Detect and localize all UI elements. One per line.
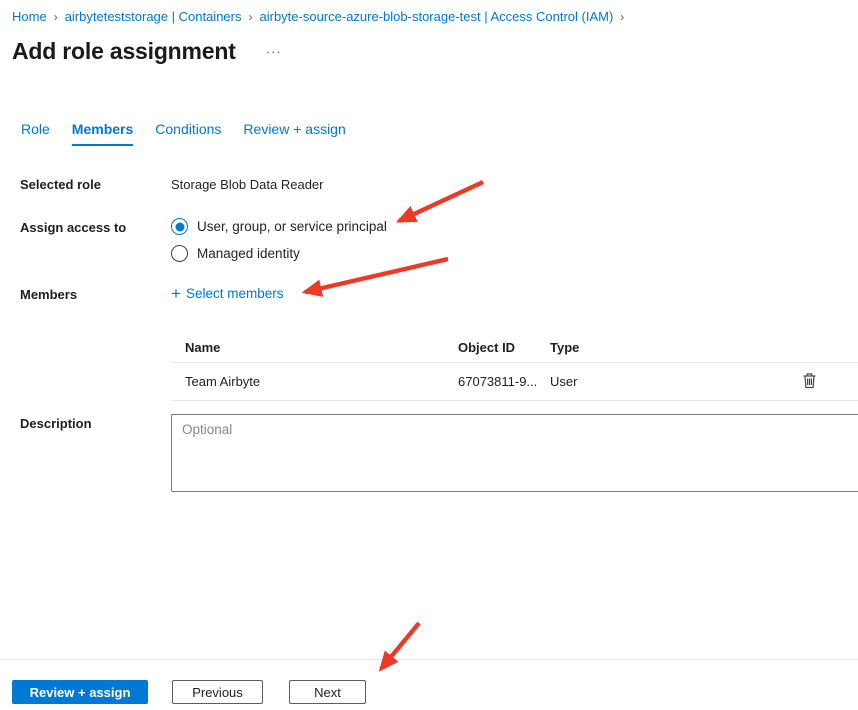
column-header-object-id: Object ID (444, 340, 536, 355)
arrow-to-select-members (305, 259, 448, 292)
page-title: Add role assignment (12, 38, 236, 65)
column-header-name: Name (171, 340, 444, 355)
table-header-row: Name Object ID Type (171, 332, 858, 363)
tab-role[interactable]: Role (21, 121, 50, 146)
previous-button[interactable]: Previous (172, 680, 263, 704)
members-label: Members (20, 287, 77, 302)
selected-role-value: Storage Blob Data Reader (171, 177, 323, 192)
breadcrumb-separator: › (54, 10, 58, 24)
tab-review-assign[interactable]: Review + assign (243, 121, 345, 146)
arrow-to-next-button (381, 623, 419, 669)
breadcrumb-link-storage-containers[interactable]: airbyteteststorage | Containers (65, 9, 242, 24)
member-type-cell: User (536, 374, 766, 389)
select-members-label: Select members (186, 286, 284, 301)
members-table: Name Object ID Type Team Airbyte 6707381… (171, 332, 858, 401)
trash-icon (802, 372, 817, 389)
arrow-to-user-group-radio (399, 182, 483, 221)
column-header-type: Type (536, 340, 766, 355)
tab-conditions[interactable]: Conditions (155, 121, 221, 146)
next-button[interactable]: Next (289, 680, 366, 704)
description-input[interactable] (171, 414, 858, 492)
member-object-id-cell: 67073811-9... (444, 374, 536, 389)
more-options-icon[interactable]: ··· (266, 44, 282, 59)
radio-user-group-service-principal[interactable]: User, group, or service principal (171, 218, 387, 235)
plus-icon: + (171, 285, 181, 302)
breadcrumb-separator: › (620, 10, 624, 24)
delete-member-button[interactable] (800, 370, 819, 394)
radio-unselected-icon[interactable] (171, 245, 188, 262)
selected-role-label: Selected role (20, 177, 101, 192)
breadcrumb-link-access-control[interactable]: airbyte-source-azure-blob-storage-test |… (260, 9, 614, 24)
table-row: Team Airbyte 67073811-9... User (171, 363, 858, 401)
tab-bar: Role Members Conditions Review + assign (21, 121, 368, 146)
description-label: Description (20, 416, 92, 431)
assign-access-to-label: Assign access to (20, 220, 126, 235)
footer-divider (0, 659, 858, 660)
radio-label: User, group, or service principal (197, 219, 387, 234)
select-members-link[interactable]: + Select members (171, 285, 283, 302)
tab-members[interactable]: Members (72, 121, 133, 146)
breadcrumb: Home › airbyteteststorage | Containers › air… (12, 9, 631, 24)
radio-selected-icon[interactable] (171, 218, 188, 235)
breadcrumb-separator: › (249, 10, 253, 24)
footer-button-bar: Review + assign Previous Next (12, 680, 366, 704)
review-assign-button[interactable]: Review + assign (12, 680, 148, 704)
radio-managed-identity[interactable]: Managed identity (171, 245, 300, 262)
radio-label: Managed identity (197, 246, 300, 261)
member-name-cell: Team Airbyte (171, 374, 444, 389)
breadcrumb-link-home[interactable]: Home (12, 9, 47, 24)
